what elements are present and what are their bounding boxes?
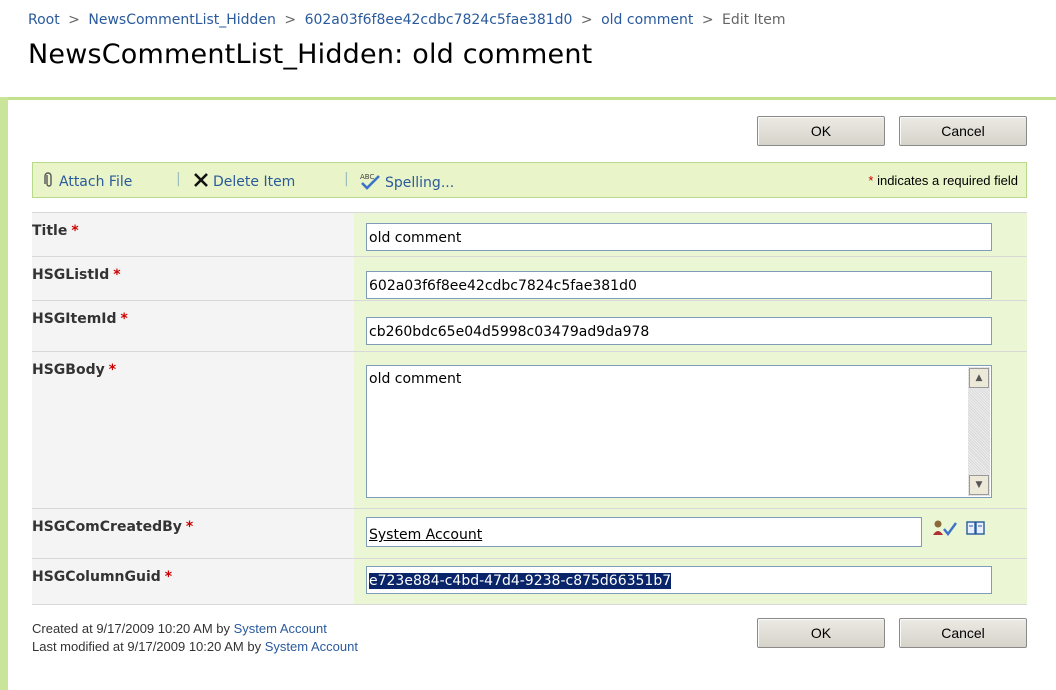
delete-item-button[interactable]: Delete Item <box>193 172 295 192</box>
hsgbody-text: old comment <box>369 371 462 387</box>
field-value-hsgbody: old comment ▲ ▼ <box>354 351 1027 508</box>
hsglistid-label-text: HSGListId <box>32 267 110 283</box>
created-line: Created at 9/17/2009 10:20 AM by System … <box>32 620 358 638</box>
required-field-note: * indicates a required field <box>868 173 1018 188</box>
breadcrumb-separator: > <box>580 12 593 28</box>
form-toolbar: Attach File | Delete Item | ABC Spelling… <box>32 162 1027 198</box>
toolbar-separator: | <box>176 171 181 187</box>
left-accent-bar <box>0 97 8 690</box>
header-divider <box>0 97 1056 100</box>
modified-text: Last modified at 9/17/2009 10:20 AM by <box>32 639 265 654</box>
paperclip-icon <box>43 172 55 192</box>
field-value-hsglistid: 602a03f6f8ee42cdbc7824c5fae381d0 <box>354 256 1027 300</box>
modified-line: Last modified at 9/17/2009 10:20 AM by S… <box>32 638 358 656</box>
hsglistid-input[interactable]: 602a03f6f8ee42cdbc7824c5fae381d0 <box>366 271 992 299</box>
required-star: * <box>164 569 173 585</box>
delete-x-icon <box>193 172 209 192</box>
field-label-hsgcomcreatedby: HSGComCreatedBy * <box>32 508 354 558</box>
field-label-hsgbody: HSGBody * <box>32 351 354 508</box>
page-title: NewsCommentList_Hidden: old comment <box>28 39 593 70</box>
hsgitemid-input[interactable]: cb260bdc65e04d5998c03479ad9da978 <box>366 317 992 345</box>
ok-button-top[interactable]: OK <box>757 116 885 146</box>
created-by-link[interactable]: System Account <box>234 621 327 636</box>
cancel-button-bottom[interactable]: Cancel <box>899 618 1027 648</box>
form-row-hsgcomcreatedby: HSGComCreatedBy * System Account <box>32 508 1027 558</box>
people-picker-input[interactable]: System Account <box>366 517 922 547</box>
hsgbody-label-text: HSGBody <box>32 362 105 378</box>
cancel-button-top[interactable]: Cancel <box>899 116 1027 146</box>
field-value-hsgitemid: cb260bdc65e04d5998c03479ad9da978 <box>354 300 1027 351</box>
form-row-hsgbody: HSGBody * old comment ▲ ▼ <box>32 351 1027 508</box>
spelling-label: Spelling... <box>385 175 455 191</box>
svg-text:ABC: ABC <box>360 173 374 181</box>
hsgbody-textarea[interactable]: old comment ▲ ▼ <box>366 365 992 498</box>
required-star: * <box>113 267 121 283</box>
hsgcolumnguid-input[interactable]: e723e884-c4bd-47d4-9238-c875d66351b7 <box>366 566 992 594</box>
breadcrumb-separator: > <box>284 12 297 28</box>
field-value-hsgcolumnguid: e723e884-c4bd-47d4-9238-c875d66351b7 <box>354 558 1027 604</box>
form-bottom-divider <box>32 604 1027 605</box>
attach-file-button[interactable]: Attach File <box>43 172 132 192</box>
breadcrumb-folder[interactable]: 602a03f6f8ee42cdbc7824c5fae381d0 <box>305 12 573 28</box>
attach-file-label: Attach File <box>59 174 133 190</box>
modified-by-link[interactable]: System Account <box>265 639 358 654</box>
required-star: * <box>120 311 128 327</box>
hsgitemid-label-text: HSGItemId <box>32 311 117 327</box>
title-input[interactable]: old comment <box>366 223 992 251</box>
title-label-text: Title <box>32 223 68 239</box>
field-label-hsgitemid: HSGItemId * <box>32 300 354 351</box>
breadcrumb-item[interactable]: old comment <box>601 12 693 28</box>
field-label-hsgcolumnguid: HSGColumnGuid * <box>32 558 354 604</box>
delete-item-label: Delete Item <box>213 174 296 190</box>
form-row-hsgitemid: HSGItemId * cb260bdc65e04d5998c03479ad9da… <box>32 300 1027 351</box>
field-label-hsglistid: HSGListId * <box>32 256 354 300</box>
required-star: * <box>71 223 79 239</box>
breadcrumb-root[interactable]: Root <box>28 12 60 28</box>
form-row-hsglistid: HSGListId * 602a03f6f8ee42cdbc7824c5fae38… <box>32 256 1027 300</box>
field-value-title: old comment <box>354 212 1027 256</box>
breadcrumb-list[interactable]: NewsCommentList_Hidden <box>88 12 276 28</box>
scroll-up-arrow-icon[interactable]: ▲ <box>969 368 989 388</box>
hsgcomcreatedby-label-text: HSGComCreatedBy <box>32 519 182 535</box>
spelling-button[interactable]: ABC Spelling... <box>359 172 454 194</box>
ok-button-bottom[interactable]: OK <box>757 618 885 648</box>
spell-check-icon: ABC <box>359 172 381 194</box>
form-row-hsgcolumnguid: HSGColumnGuid * e723e884-c4bd-47d4-9238-c… <box>32 558 1027 604</box>
required-note-text: indicates a required field <box>873 173 1018 188</box>
resolved-user-name[interactable]: System Account <box>369 527 482 543</box>
required-star: * <box>108 362 117 378</box>
address-book-icon[interactable] <box>966 520 986 540</box>
breadcrumb-separator: > <box>701 12 714 28</box>
breadcrumb: Root > NewsCommentList_Hidden > 602a03f6… <box>28 12 785 28</box>
form-row-title: Title * old comment <box>32 212 1027 256</box>
hsgcolumnguid-label-text: HSGColumnGuid <box>32 569 161 585</box>
selected-text: e723e884-c4bd-47d4-9238-c875d66351b7 <box>369 573 672 589</box>
field-label-title: Title * <box>32 212 354 256</box>
field-value-hsgcomcreatedby: System Account <box>354 508 1027 558</box>
textarea-scrollbar[interactable]: ▲ ▼ <box>968 367 990 496</box>
toolbar-separator: | <box>344 171 349 187</box>
item-metadata: Created at 9/17/2009 10:20 AM by System … <box>32 620 358 656</box>
created-text: Created at 9/17/2009 10:20 AM by <box>32 621 234 636</box>
breadcrumb-current: Edit Item <box>722 12 786 28</box>
required-star: * <box>185 519 194 535</box>
check-names-icon[interactable] <box>932 519 958 541</box>
page-header: Root > NewsCommentList_Hidden > 602a03f6… <box>0 0 1056 97</box>
scroll-down-arrow-icon[interactable]: ▼ <box>969 475 989 495</box>
breadcrumb-separator: > <box>68 12 80 28</box>
